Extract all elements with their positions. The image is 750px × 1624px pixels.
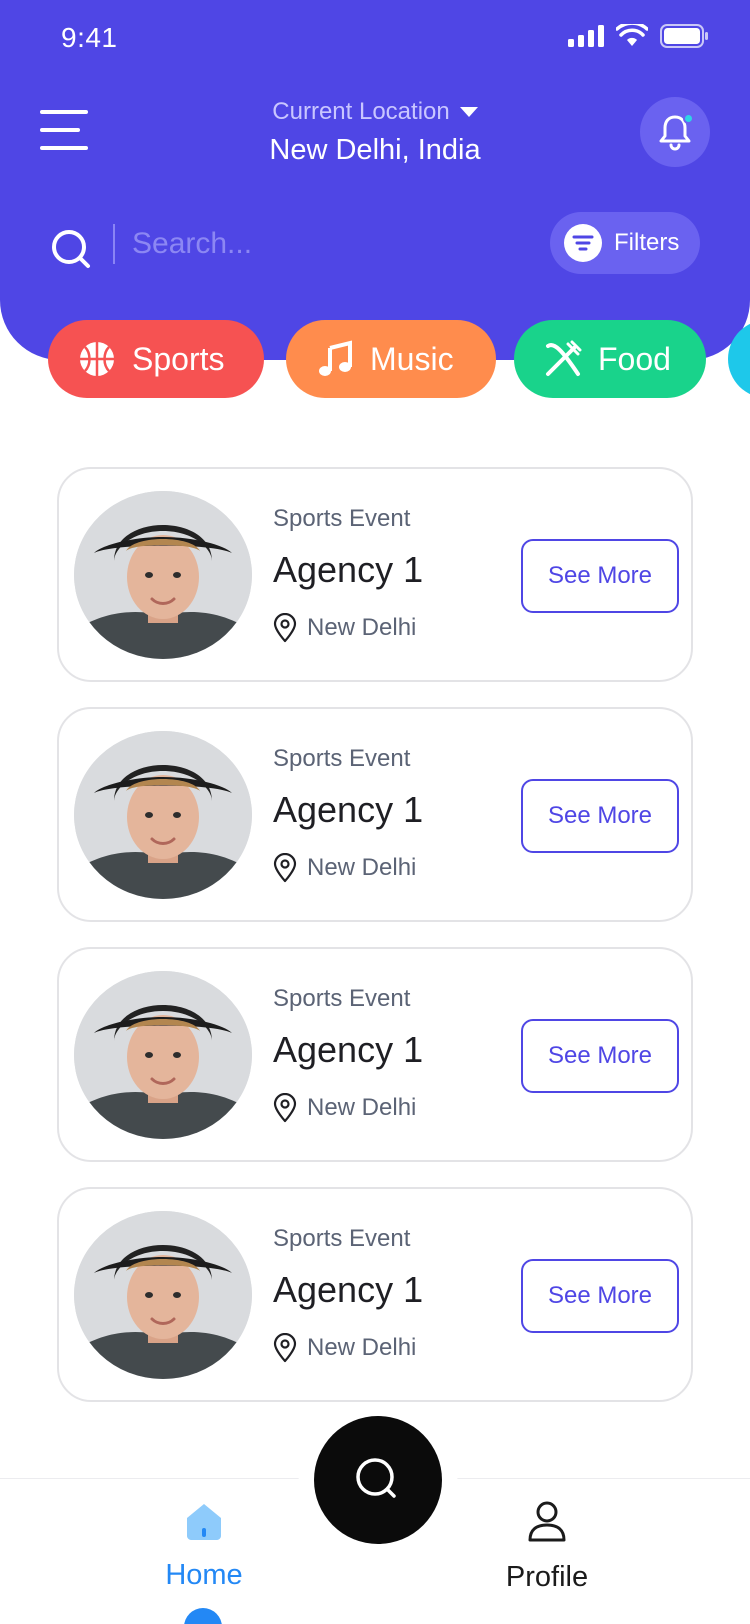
event-title: Agency 1 (273, 549, 424, 590)
search-icon (356, 1458, 396, 1498)
event-title: Agency 1 (273, 789, 424, 830)
event-location: New Delhi (273, 613, 416, 643)
nav-profile[interactable]: Profile (467, 1500, 627, 1594)
basketball-icon (78, 340, 116, 378)
event-location-label: New Delhi (307, 854, 417, 881)
event-location: New Delhi (273, 1333, 416, 1363)
home-icon (187, 1504, 221, 1540)
caret-down-icon (459, 107, 478, 117)
nav-home[interactable]: Home (124, 1500, 284, 1592)
category-chip-sports[interactable]: Sports (48, 320, 264, 398)
category-label: Food (598, 340, 671, 377)
category-label: Music (370, 340, 454, 377)
header: 9:41 Current Location New Delhi, India S… (0, 0, 750, 360)
event-card[interactable]: Sports Event Agency 1 New Delhi See More (57, 1187, 693, 1402)
nav-home-label: Home (165, 1559, 243, 1591)
see-more-button[interactable]: See More (521, 779, 679, 853)
search-fab[interactable] (314, 1416, 442, 1544)
event-location-label: New Delhi (307, 1334, 417, 1361)
event-card[interactable]: Sports Event Agency 1 New Delhi See More (57, 947, 693, 1162)
event-category: Sports Event (273, 985, 411, 1012)
avatar (74, 1211, 252, 1379)
event-card[interactable]: Sports Event Agency 1 New Delhi See More (57, 467, 693, 682)
location-pin-icon (273, 1093, 297, 1123)
category-chip-more[interactable] (728, 320, 750, 398)
event-card[interactable]: Sports Event Agency 1 New Delhi See More (57, 707, 693, 922)
search-divider (113, 224, 115, 264)
cellular-signal-icon (568, 25, 604, 47)
event-location-label: New Delhi (307, 614, 417, 641)
status-bar: 9:41 (0, 0, 750, 80)
user-icon (528, 1501, 566, 1542)
search-input[interactable] (132, 222, 492, 266)
event-title: Agency 1 (273, 1269, 424, 1310)
wifi-icon (616, 24, 648, 46)
filter-icon (564, 224, 602, 262)
avatar (74, 731, 252, 899)
location-pin-icon (273, 853, 297, 883)
location-selector[interactable]: Current Location New Delhi, India (0, 98, 750, 167)
see-more-button[interactable]: See More (521, 1259, 679, 1333)
event-category: Sports Event (273, 745, 411, 772)
event-location: New Delhi (273, 1093, 416, 1123)
music-note-icon (316, 340, 354, 378)
event-location: New Delhi (273, 853, 416, 883)
category-chip-food[interactable]: Food (514, 320, 706, 398)
search-bar: Filters (50, 212, 700, 292)
category-chip-music[interactable]: Music (286, 320, 496, 398)
location-value: New Delhi, India (269, 134, 481, 166)
battery-icon (660, 24, 708, 48)
see-more-button[interactable]: See More (521, 539, 679, 613)
event-location-label: New Delhi (307, 1094, 417, 1121)
location-label-row: Current Location (272, 98, 478, 126)
see-more-button[interactable]: See More (521, 1019, 679, 1093)
notification-dot (683, 113, 694, 124)
avatar (74, 491, 252, 659)
status-icons (568, 24, 710, 48)
search-icon (52, 230, 90, 268)
category-chips: Sports Music Food (48, 320, 750, 398)
fork-knife-icon (544, 340, 582, 378)
filters-label: Filters (614, 229, 680, 256)
event-title: Agency 1 (273, 1029, 424, 1070)
avatar (74, 971, 252, 1139)
location-label: Current Location (272, 98, 450, 125)
category-label: Sports (132, 340, 225, 377)
notification-button[interactable] (640, 97, 710, 167)
nav-profile-label: Profile (505, 1561, 589, 1593)
filters-button[interactable]: Filters (550, 212, 700, 274)
location-pin-icon (273, 1333, 297, 1363)
event-category: Sports Event (273, 505, 411, 532)
location-pin-icon (273, 613, 297, 643)
status-time: 9:41 (61, 22, 118, 53)
event-category: Sports Event (273, 1225, 411, 1252)
